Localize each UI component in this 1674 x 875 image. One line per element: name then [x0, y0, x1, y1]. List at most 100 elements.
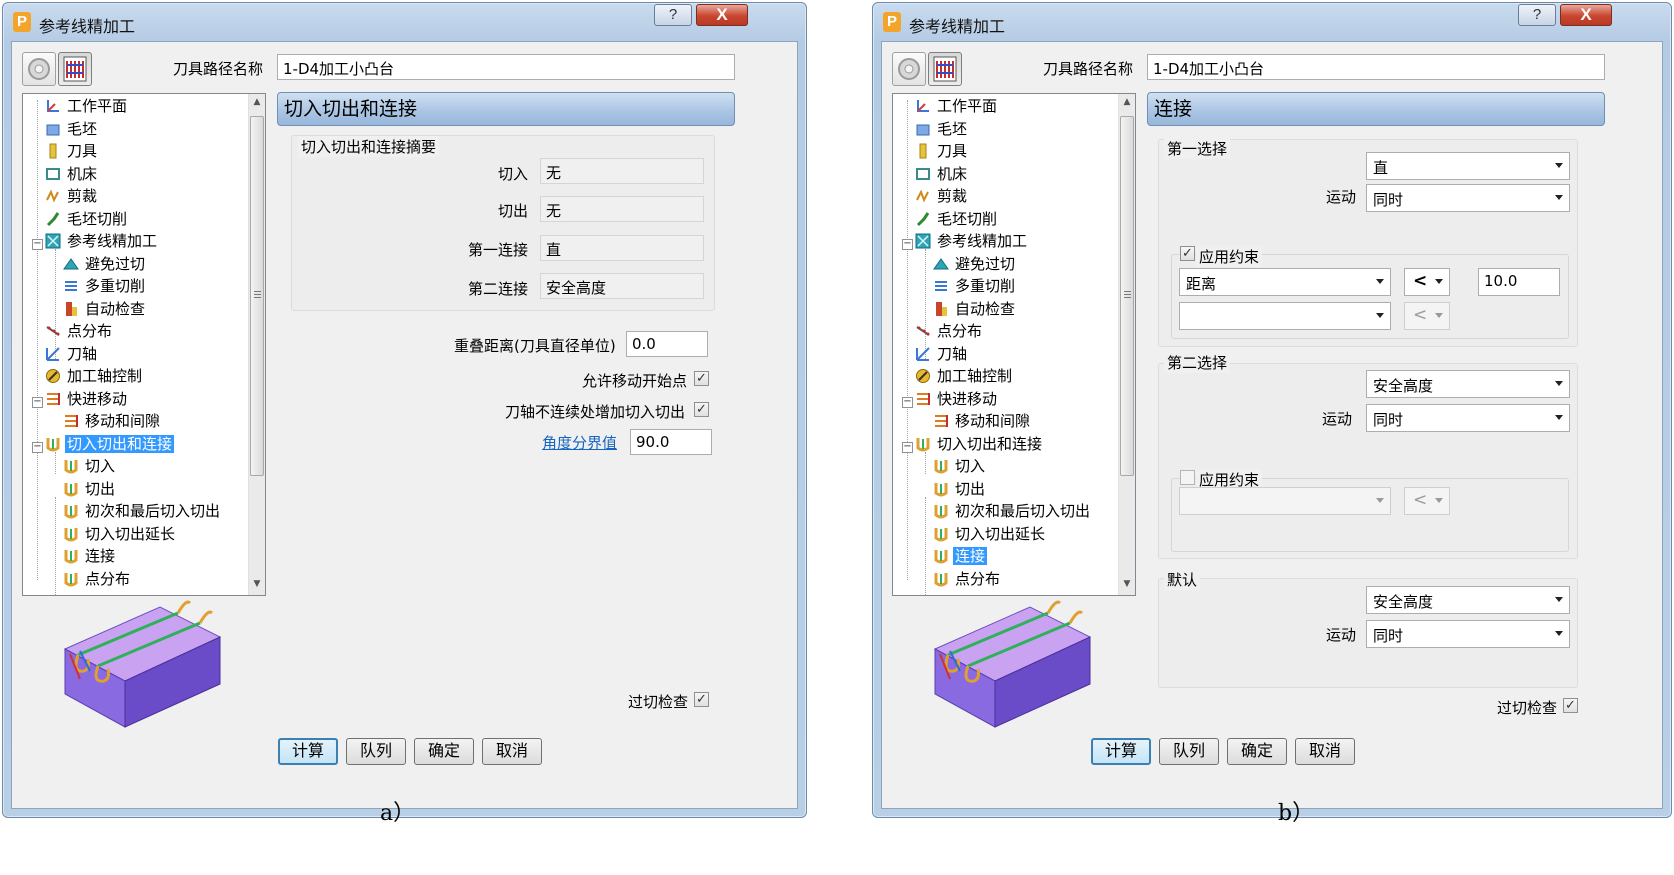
title-bar[interactable]: P 参考线精加工 ? X [873, 3, 1671, 41]
tree-item-limit[interactable]: 剪裁 [915, 185, 969, 207]
tree-item-gouge-avoid[interactable]: 避免过切 [933, 253, 1017, 275]
angular-threshold-input[interactable]: 90.0 [630, 429, 712, 455]
default-type-select[interactable]: 安全高度 [1366, 586, 1570, 614]
tree-item-lead-out[interactable]: 切出 [933, 478, 987, 500]
allow-move-start-checkbox[interactable]: ✓ [694, 371, 709, 386]
lead-out-icon [63, 481, 79, 497]
gouge-check-checkbox[interactable]: ✓ [694, 692, 709, 707]
add-leads-at-discontinuity-checkbox[interactable]: ✓ [694, 402, 709, 417]
tree-item-tool[interactable]: 刀具 [915, 140, 969, 162]
toolpath-name-input[interactable]: 1-D4加工小凸台 [1147, 54, 1605, 80]
tree-item-lead-in[interactable]: 切入 [63, 455, 117, 477]
tree-item-auto-check[interactable]: 自动检查 [933, 298, 1017, 320]
tree-collapse-toggle[interactable]: − [902, 397, 913, 408]
second-motion-select[interactable]: 同时 [1366, 404, 1570, 432]
overlap-distance-input[interactable]: 0.0 [626, 331, 708, 357]
tree-item-block[interactable]: 毛坯 [915, 118, 969, 140]
tree-item-workplane[interactable]: 工作平面 [45, 95, 129, 117]
help-button[interactable]: ? [1518, 4, 1556, 26]
accept-button[interactable]: 确定 [414, 738, 474, 765]
first-apply-constraint-checkbox[interactable]: ✓ [1180, 246, 1195, 261]
tree-item-point-distribution[interactable]: 点分布 [45, 320, 114, 342]
tree-item-workplane[interactable]: 工作平面 [915, 95, 999, 117]
first-constraint-select[interactable]: 距离 [1179, 268, 1391, 296]
toolpath-name-input[interactable]: 1-D4加工小凸台 [277, 54, 735, 80]
tree-collapse-toggle[interactable]: − [32, 397, 43, 408]
tree-item-first-last-leads[interactable]: 初次和最后切入切出 [63, 500, 222, 522]
default-motion-select[interactable]: 同时 [1366, 620, 1570, 648]
tree-item-lead-point-distribution[interactable]: 点分布 [63, 568, 132, 590]
scroll-down-icon[interactable]: ▼ [249, 576, 265, 593]
tree-item-machine[interactable]: 机床 [915, 163, 969, 185]
scroll-up-icon[interactable]: ▲ [249, 94, 265, 111]
tree-scrollbar[interactable]: ▲ ▼ [1118, 94, 1135, 595]
tree-item-lead-in[interactable]: 切入 [933, 455, 987, 477]
tree-item-point-distribution[interactable]: 点分布 [915, 320, 984, 342]
first-constraint-value-input[interactable]: 10.0 [1478, 268, 1560, 296]
tree-item-links[interactable]: 连接 [63, 545, 117, 567]
tree-item-rapid-move[interactable]: 快进移动 [915, 388, 999, 410]
gouge-check-checkbox[interactable]: ✓ [1563, 698, 1578, 713]
first-constraint2-select[interactable] [1179, 302, 1391, 330]
tree-item-tool-axis[interactable]: 刀轴 [45, 343, 99, 365]
tree-item-limit[interactable]: 剪裁 [45, 185, 99, 207]
close-button[interactable]: X [696, 4, 748, 26]
tree-item-tool-axis[interactable]: 刀轴 [915, 343, 969, 365]
angular-threshold-link[interactable]: 角度分界值 [542, 432, 617, 453]
cancel-button[interactable]: 取消 [482, 738, 542, 765]
tree-collapse-toggle[interactable]: − [902, 239, 913, 250]
tree-item-gouge-avoid[interactable]: 避免过切 [63, 253, 147, 275]
gear-icon[interactable] [22, 52, 56, 86]
tree-collapse-toggle[interactable]: − [32, 442, 43, 453]
scroll-down-icon[interactable]: ▼ [1119, 576, 1135, 593]
tree-item-move-clearance[interactable]: 移动和间隙 [63, 410, 162, 432]
tree-item-leads-links[interactable]: 切入切出和连接 [45, 433, 175, 455]
tree-item-links[interactable]: 连接 [933, 545, 988, 567]
tree-item-move-clearance[interactable]: 移动和间隙 [933, 410, 1032, 432]
tree-item-block[interactable]: 毛坯 [45, 118, 99, 140]
close-button[interactable]: X [1560, 4, 1612, 26]
tree-item-multiple-cuts[interactable]: 多重切削 [63, 275, 147, 297]
scroll-thumb[interactable] [1120, 116, 1134, 476]
calculate-button[interactable]: 计算 [1091, 738, 1151, 765]
accept-button[interactable]: 确定 [1227, 738, 1287, 765]
second-apply-constraint-checkbox[interactable] [1180, 470, 1195, 485]
tree-item-axis-control[interactable]: 加工轴控制 [45, 365, 144, 387]
tree-item-axis-control[interactable]: 加工轴控制 [915, 365, 1014, 387]
scroll-thumb[interactable] [250, 116, 264, 476]
first-choice-type-select[interactable]: 直 [1366, 152, 1570, 180]
tree-collapse-toggle[interactable]: − [32, 239, 43, 250]
tree-item-lead-extension[interactable]: 切入切出延长 [63, 523, 177, 545]
help-button[interactable]: ? [654, 4, 692, 26]
second-choice-type-select[interactable]: 安全高度 [1366, 370, 1570, 398]
queue-button[interactable]: 队列 [1159, 738, 1219, 765]
tree-item-machine[interactable]: 机床 [45, 163, 99, 185]
tree-item-lead-point-distribution[interactable]: 点分布 [933, 568, 1002, 590]
scroll-up-icon[interactable]: ▲ [1119, 94, 1135, 111]
second-choice-title: 第二选择 [1164, 352, 1231, 373]
first-motion-select[interactable]: 同时 [1366, 184, 1570, 212]
tree-collapse-toggle[interactable]: − [902, 442, 913, 453]
tree-item-stock-cut[interactable]: 毛坯切削 [45, 208, 129, 230]
tree-item-leads-links[interactable]: 切入切出和连接 [915, 433, 1044, 455]
first-last-leads-icon [63, 503, 79, 519]
tree-item-lead-out[interactable]: 切出 [63, 478, 117, 500]
title-bar[interactable]: P 参考线精加工 ? X [3, 3, 806, 41]
tree-scrollbar[interactable]: ▲ ▼ [248, 94, 265, 595]
tree-item-pattern-finishing[interactable]: 参考线精加工 [915, 230, 1029, 252]
tree-item-rapid-move[interactable]: 快进移动 [45, 388, 129, 410]
queue-button[interactable]: 队列 [346, 738, 406, 765]
cancel-button[interactable]: 取消 [1295, 738, 1355, 765]
calculate-button[interactable]: 计算 [278, 738, 338, 765]
tree-item-stock-cut[interactable]: 毛坯切削 [915, 208, 999, 230]
tree-item-multiple-cuts[interactable]: 多重切削 [933, 275, 1017, 297]
tree-item-tool[interactable]: 刀具 [45, 140, 99, 162]
toolpath-strategy-icon[interactable] [58, 52, 92, 86]
tree-item-lead-extension[interactable]: 切入切出延长 [933, 523, 1047, 545]
toolpath-strategy-icon[interactable] [928, 52, 962, 86]
first-constraint-operator-select[interactable]: < [1404, 268, 1450, 296]
tree-item-auto-check[interactable]: 自动检查 [63, 298, 147, 320]
tree-item-pattern-finishing[interactable]: 参考线精加工 [45, 230, 159, 252]
gear-icon[interactable] [892, 52, 926, 86]
tree-item-first-last-leads[interactable]: 初次和最后切入切出 [933, 500, 1092, 522]
